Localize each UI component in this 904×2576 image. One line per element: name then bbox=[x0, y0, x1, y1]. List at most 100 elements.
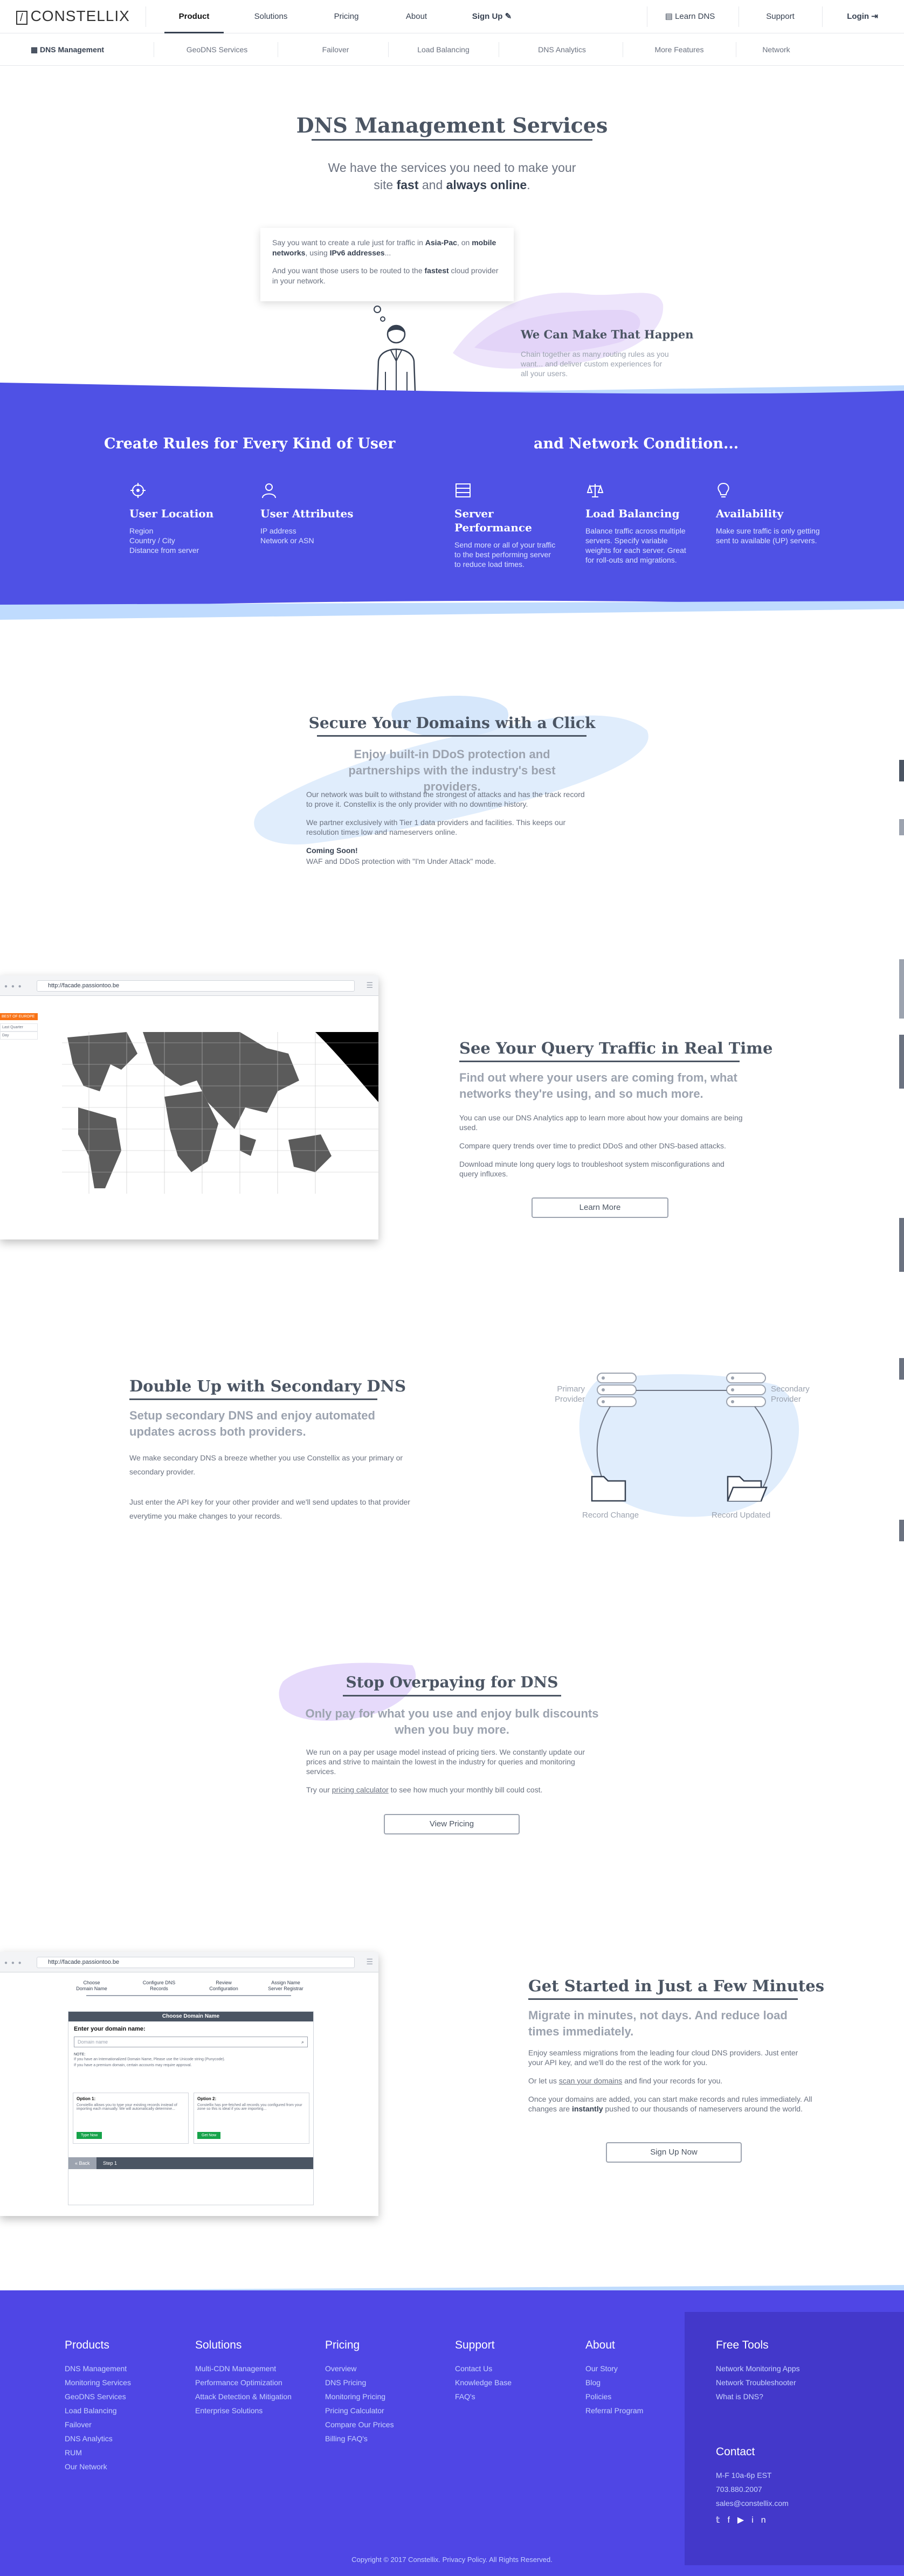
footer-link[interactable]: GeoDNS Services bbox=[65, 2390, 131, 2404]
nav-login[interactable]: Login ⇥ bbox=[827, 0, 898, 33]
footer-link[interactable]: Blog bbox=[585, 2376, 643, 2390]
nav-solutions[interactable]: Solutions bbox=[240, 0, 302, 33]
primary-provider-label: Primary Provider bbox=[555, 1384, 585, 1404]
scan-domains-link[interactable]: scan your domains bbox=[559, 2076, 623, 2085]
twitter-icon[interactable]: 𝕥 bbox=[716, 2516, 727, 2525]
get-now-button[interactable]: Get Now bbox=[197, 2132, 221, 2139]
footer-link[interactable]: Enterprise Solutions bbox=[195, 2404, 292, 2418]
footer-link[interactable]: Attack Detection & Mitigation bbox=[195, 2390, 292, 2404]
make-happen-title: We Can Make That Happen bbox=[521, 328, 694, 341]
title-underline bbox=[312, 139, 592, 141]
page-title: DNS Management Services bbox=[296, 113, 608, 137]
footer-link[interactable]: Multi-CDN Management bbox=[195, 2362, 292, 2376]
youtube-icon[interactable]: ▶ bbox=[737, 2516, 751, 2525]
facebook-icon[interactable]: f bbox=[727, 2516, 737, 2525]
footer-link[interactable]: FAQ's bbox=[455, 2390, 512, 2404]
subnav-failover[interactable]: Failover bbox=[280, 33, 391, 66]
footer-col-products: Products DNS Management Monitoring Servi… bbox=[65, 2339, 131, 2474]
footer-col-pricing: Pricing Overview DNS Pricing Monitoring … bbox=[325, 2339, 394, 2446]
footer-link[interactable]: Network Monitoring Apps bbox=[716, 2362, 800, 2376]
linkedin-icon[interactable]: in bbox=[751, 2516, 773, 2525]
footer-link[interactable]: Our Network bbox=[65, 2460, 131, 2474]
subnav-dns-analytics[interactable]: DNS Analytics bbox=[501, 33, 623, 66]
scroll-marker bbox=[899, 1035, 904, 1089]
back-button[interactable]: « Back bbox=[68, 2157, 96, 2169]
scroll-marker bbox=[899, 1520, 904, 1541]
location-target-icon bbox=[130, 483, 146, 498]
analytics-title: See Your Query Traffic in Real Time bbox=[459, 1039, 773, 1057]
footer-col-about: About Our Story Blog Policies Referral P… bbox=[585, 2339, 643, 2418]
footer-link[interactable]: DNS Management bbox=[65, 2362, 131, 2376]
menu-icon: ☰ bbox=[366, 981, 373, 989]
footer-link[interactable]: Referral Program bbox=[585, 2404, 643, 2418]
lightbulb-icon bbox=[717, 482, 729, 497]
nav-learn-dns[interactable]: ▤ Learn DNS bbox=[655, 0, 725, 33]
subnav-network[interactable]: Network bbox=[739, 33, 814, 66]
footer-link[interactable]: Billing FAQ's bbox=[325, 2432, 394, 2446]
footer-contact-email[interactable]: sales@constellix.com bbox=[716, 2496, 789, 2510]
folder-icon bbox=[591, 1476, 626, 1502]
sign-up-now-button[interactable]: Sign Up Now bbox=[606, 2142, 742, 2163]
footer-contact-phone[interactable]: 703.880.2007 bbox=[716, 2482, 789, 2496]
footer-link[interactable]: Overview bbox=[325, 2362, 394, 2376]
feature-subnav: ▦ DNS Management GeoDNS Services Failove… bbox=[0, 33, 904, 66]
footer-col-free-tools: Free Tools Network Monitoring Apps Netwo… bbox=[716, 2339, 800, 2404]
footer-link[interactable]: Knowledge Base bbox=[455, 2376, 512, 2390]
type-now-button[interactable]: Type Now bbox=[77, 2132, 102, 2139]
nav-signup[interactable]: Sign Up ✎ bbox=[461, 0, 523, 33]
footer-link[interactable]: Policies bbox=[585, 2390, 643, 2404]
secondary-subtitle: Setup secondary DNS and enjoy automated … bbox=[129, 1409, 375, 1438]
title-underline bbox=[528, 1998, 798, 2000]
footer-link[interactable]: Pricing Calculator bbox=[325, 2404, 394, 2418]
pencil-icon: ✎ bbox=[505, 12, 512, 21]
footer-link[interactable]: Our Story bbox=[585, 2362, 643, 2376]
rules-title-right: and Network Condition... bbox=[534, 435, 739, 452]
footer-link[interactable]: Compare Our Prices bbox=[325, 2418, 394, 2432]
footer-link[interactable]: RUM bbox=[65, 2446, 131, 2460]
logo[interactable]: / CONSTELLIX bbox=[16, 8, 130, 25]
primary-server-icon bbox=[597, 1373, 637, 1407]
feature-availability: Availability Make sure traffic is only g… bbox=[716, 481, 824, 545]
person-illustration bbox=[374, 306, 416, 391]
subnav-geodns[interactable]: GeoDNS Services bbox=[156, 33, 278, 66]
analytics-body: You can use our DNS Analytics app to lea… bbox=[459, 1113, 743, 1178]
analytics-subtitle: Find out where your users are coming fro… bbox=[459, 1071, 737, 1100]
footer-link[interactable]: Failover bbox=[65, 2418, 131, 2432]
nav-about[interactable]: About bbox=[388, 0, 445, 33]
learn-more-button[interactable]: Learn More bbox=[532, 1197, 668, 1218]
server-icon bbox=[456, 483, 471, 497]
footer-link[interactable]: DNS Analytics bbox=[65, 2432, 131, 2446]
view-pricing-button[interactable]: View Pricing bbox=[384, 1814, 520, 1834]
scroll-marker bbox=[899, 1358, 904, 1380]
grid-icon: ▦ bbox=[30, 45, 38, 54]
title-underline bbox=[459, 1061, 740, 1062]
nav-pricing[interactable]: Pricing bbox=[318, 0, 375, 33]
domain-name-input[interactable]: Domain name ⌕ bbox=[74, 2037, 308, 2047]
pricing-title: Stop Overpaying for DNS bbox=[346, 1673, 558, 1691]
footer-link[interactable]: What is DNS? bbox=[716, 2390, 800, 2404]
footer-link[interactable]: Monitoring Services bbox=[65, 2376, 131, 2390]
footer-link[interactable]: Contact Us bbox=[455, 2362, 512, 2376]
option-2-card: Option 2: Constellix has pre-fetched all… bbox=[194, 2093, 309, 2144]
footer-link[interactable]: DNS Pricing bbox=[325, 2376, 394, 2390]
pricing-calculator-link[interactable]: pricing calculator bbox=[332, 1785, 389, 1794]
subnav-more-features[interactable]: More Features bbox=[623, 33, 736, 66]
nav-product[interactable]: Product bbox=[164, 0, 224, 33]
footer-link[interactable]: Monitoring Pricing bbox=[325, 2390, 394, 2404]
subnav-dns-management[interactable]: ▦ DNS Management bbox=[22, 33, 113, 66]
pricing-body: We run on a pay per usage model instead … bbox=[306, 1748, 585, 1794]
footer-link[interactable]: Network Troubleshooter bbox=[716, 2376, 800, 2390]
subnav-load-balancing[interactable]: Load Balancing bbox=[388, 33, 499, 66]
nav-support[interactable]: Support bbox=[747, 0, 814, 33]
scroll-marker bbox=[899, 959, 904, 1019]
footer-link[interactable]: Load Balancing bbox=[65, 2404, 131, 2418]
title-underline bbox=[317, 735, 586, 737]
wizard-footer-bar: « Back Step 1 bbox=[68, 2157, 313, 2169]
record-change-label: Record Change bbox=[582, 1511, 639, 1520]
analytics-browser-mock: ● ● ● http://facade.passiontoo.be ☰ BEST O… bbox=[0, 975, 378, 1239]
scroll-marker bbox=[899, 760, 904, 781]
footer-link[interactable]: Performance Optimization bbox=[195, 2376, 292, 2390]
footer-col-contact: Contact M-F 10a-6p EST 703.880.2007 sale… bbox=[716, 2446, 789, 2527]
login-icon: ⇥ bbox=[871, 12, 878, 21]
scroll-marker bbox=[899, 819, 904, 835]
